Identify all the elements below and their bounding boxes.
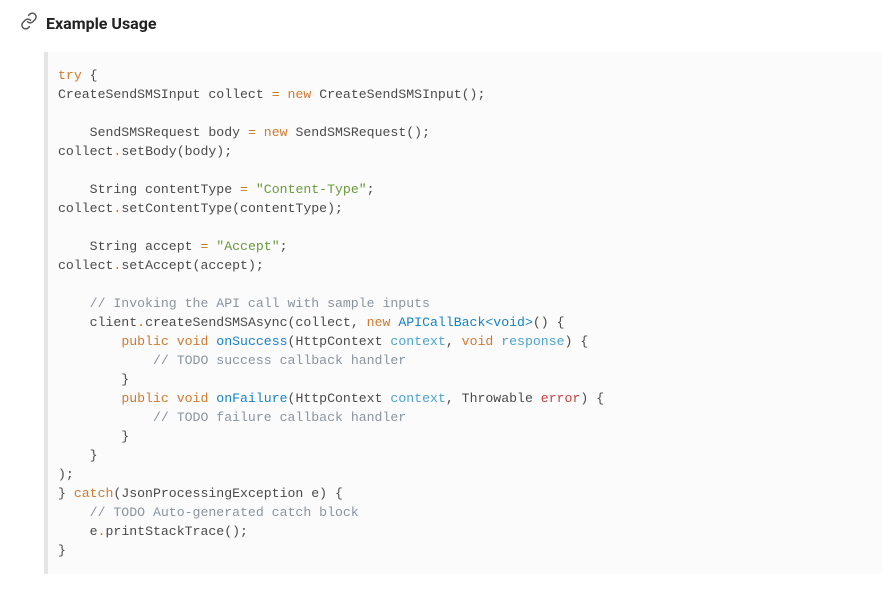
code-token-pn xyxy=(58,391,121,406)
code-token-fn: onSuccess xyxy=(216,334,287,349)
code-token-kw: public xyxy=(121,391,168,406)
code-token-pn xyxy=(58,353,153,368)
code-token-str: "Content-Type" xyxy=(256,182,367,197)
code-token-op: . xyxy=(98,524,106,539)
code-token-pn: ) { xyxy=(580,391,604,406)
code-token-pn: } xyxy=(58,429,129,444)
code-token-pn: , Throwable xyxy=(446,391,541,406)
code-token-com: // TODO failure callback handler xyxy=(153,410,406,425)
code-token-pn: (HttpContext xyxy=(288,334,391,349)
section-title: Example Usage xyxy=(46,14,157,33)
code-token-pn: collect xyxy=(58,258,113,273)
code-token-pn: } xyxy=(58,448,98,463)
code-token-pn: CreateSendSMSInput(); xyxy=(311,87,485,102)
code-token-kw: void xyxy=(177,334,209,349)
code-token-com: // TODO success callback handler xyxy=(153,353,406,368)
code-token-kw: void xyxy=(177,391,209,406)
code-token-fn: onFailure xyxy=(216,391,287,406)
code-token-err: error xyxy=(541,391,581,406)
code-token-pn xyxy=(169,391,177,406)
code-token-pn: printStackTrace(); xyxy=(106,524,248,539)
code-token-pn: createSendSMSAsync(collect, xyxy=(145,315,367,330)
code-token-var: context xyxy=(390,334,445,349)
code-token-pn: e xyxy=(58,524,98,539)
code-token-op: = xyxy=(240,182,248,197)
code-token-com: // Invoking the API call with sample inp… xyxy=(90,296,430,311)
code-token-kw: catch xyxy=(74,486,114,501)
code-token-pn: SendSMSRequest(); xyxy=(288,125,430,140)
code-token-var: response xyxy=(501,334,564,349)
code-token-pn: SendSMSRequest body xyxy=(58,125,248,140)
code-token-pn: String accept xyxy=(58,239,200,254)
code-token-pn: setBody(body); xyxy=(121,144,232,159)
code-token-pn xyxy=(58,410,153,425)
code-block: try { CreateSendSMSInput collect = new C… xyxy=(44,52,882,574)
code-token-pn: collect xyxy=(58,144,113,159)
section-header: Example Usage xyxy=(0,0,896,52)
code-token-com: // TODO Auto-generated catch block xyxy=(90,505,359,520)
code-token-var: context xyxy=(390,391,445,406)
code-token-pn: ); xyxy=(58,467,74,482)
code-token-pn: ) { xyxy=(565,334,589,349)
code-token-pn: ; xyxy=(367,182,375,197)
code-token-pn: String contentType xyxy=(58,182,240,197)
code-token-op: = xyxy=(272,87,280,102)
code-token-pn: , xyxy=(446,334,462,349)
code-token-str: "Accept" xyxy=(216,239,279,254)
code-token-pn: setAccept(accept); xyxy=(121,258,263,273)
code-token-pn: } xyxy=(58,372,129,387)
code-token-pn xyxy=(248,182,256,197)
code-token-pn: collect xyxy=(58,201,113,216)
code-token-kw: public xyxy=(121,334,168,349)
code-token-pn: (JsonProcessingException e) { xyxy=(113,486,343,501)
code-token-pn xyxy=(58,334,121,349)
code-token-op: . xyxy=(137,315,145,330)
code-token-pn xyxy=(58,296,90,311)
code-token-kw: void xyxy=(462,334,494,349)
code-token-kw: new xyxy=(264,125,288,140)
code-token-pn: setContentType(contentType); xyxy=(121,201,343,216)
code-token-kw: new xyxy=(288,87,312,102)
code-token-pn: ; xyxy=(280,239,288,254)
code-token-pn xyxy=(280,87,288,102)
code-token-pn: { xyxy=(82,68,98,83)
code-token-pn: } xyxy=(58,543,66,558)
link-icon[interactable] xyxy=(20,12,38,34)
code-token-type: APICallBack<void> xyxy=(398,315,533,330)
code-content: try { CreateSendSMSInput collect = new C… xyxy=(58,66,868,560)
code-token-kw: try xyxy=(58,68,82,83)
code-token-kw: new xyxy=(367,315,391,330)
code-token-pn: (HttpContext xyxy=(288,391,391,406)
code-token-op: = xyxy=(248,125,256,140)
code-token-pn: client xyxy=(58,315,137,330)
code-token-pn: () { xyxy=(533,315,565,330)
code-token-pn xyxy=(256,125,264,140)
code-token-pn: } xyxy=(58,486,74,501)
code-token-pn xyxy=(169,334,177,349)
code-token-pn xyxy=(58,505,90,520)
code-token-pn: CreateSendSMSInput collect xyxy=(58,87,272,102)
